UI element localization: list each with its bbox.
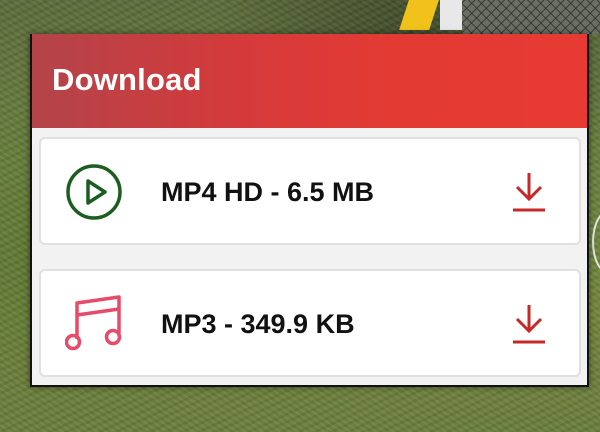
background-white-post	[440, 0, 462, 30]
download-option-label: MP3 - 349.9 KB	[161, 309, 355, 339]
download-icon[interactable]	[511, 171, 547, 213]
download-option-label: MP4 HD - 6.5 MB	[161, 177, 375, 207]
download-dialog: Download MP4 HD - 6.5 MB MP3 - 349.9 KB	[30, 34, 589, 387]
download-icon[interactable]	[511, 303, 547, 345]
download-option-mp3[interactable]: MP3 - 349.9 KB	[39, 269, 581, 377]
background-fence	[462, 0, 600, 34]
music-note-icon	[65, 295, 122, 351]
dialog-header: Download	[32, 34, 587, 128]
download-option-mp4[interactable]: MP4 HD - 6.5 MB	[39, 137, 581, 245]
play-circle-icon	[66, 164, 122, 220]
dialog-title: Download	[52, 62, 202, 97]
